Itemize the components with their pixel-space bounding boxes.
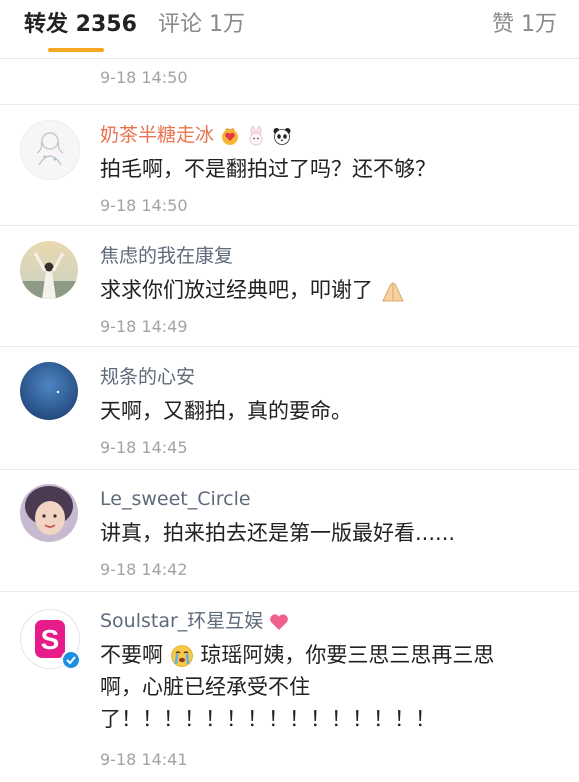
tab-forward[interactable]: 转发 2356: [24, 10, 137, 40]
list-item: 9-18 14:50: [0, 59, 579, 104]
verified-check-icon: [61, 650, 81, 670]
list-item[interactable]: 焦虑的我在康复 求求你们放过经典吧，叩谢了 9-18 14:49: [0, 225, 579, 346]
tab-comment[interactable]: 评论 1万: [158, 10, 245, 40]
heart-icon: [270, 613, 289, 630]
comment-time: 9-18 14:49: [100, 317, 188, 336]
tab-like[interactable]: 赞 1万: [492, 10, 557, 40]
avatar[interactable]: [20, 362, 78, 420]
comment-time: 9-18 14:50: [100, 68, 188, 87]
comment-text: 不要啊: [100, 643, 163, 667]
comment-text: 啊，心脏已经承受不住: [100, 675, 310, 699]
comment-text: 讲真，拍来拍去还是第一版最好看......: [100, 521, 456, 545]
username[interactable]: 奶茶半糖走冰: [100, 123, 292, 147]
avatar[interactable]: [20, 484, 78, 542]
avatar-photo-image: [20, 241, 78, 299]
comment-time: 9-18 14:42: [100, 560, 188, 579]
username[interactable]: Soulstar_环星互娱: [100, 609, 289, 633]
comment-time: 9-18 14:41: [100, 750, 188, 769]
crying-face-icon: [170, 645, 193, 667]
list-item[interactable]: S Soulstar_环星互娱 不要啊 琼瑶阿姨，你要三思三思再三思 啊，心脏已…: [0, 591, 579, 782]
comment-text: 琼瑶阿姨，你要三思三思再三思: [200, 643, 495, 667]
crown-heart-icon: [222, 127, 239, 145]
comment-text: 拍毛啊，不是翻拍过了吗？还不够？: [100, 157, 436, 181]
avatar-portrait-image: [20, 484, 78, 542]
comment-text: 求求你们放过经典吧，叩谢了: [100, 278, 373, 302]
avatar[interactable]: S: [20, 609, 81, 670]
comment-text-line: 不要啊 琼瑶阿姨，你要三思三思再三思: [100, 639, 560, 671]
list-item[interactable]: 规条的心安 天啊，又翻拍，真的要命。 9-18 14:45: [0, 346, 579, 469]
comment-text: 了！！！！！！！！！！！！！！！: [100, 707, 436, 731]
avatar-logo-letter: S: [41, 624, 60, 655]
panda-icon: [273, 127, 291, 145]
avatar[interactable]: [20, 120, 80, 180]
comment-text: 天啊，又翻拍，真的要命。: [100, 399, 352, 423]
list-item[interactable]: 奶茶半糖走冰 拍毛啊，不是翻拍过了吗？还不够？ 9-18 14:50: [0, 104, 579, 225]
username[interactable]: 规条的心安: [100, 365, 195, 389]
avatar[interactable]: [20, 241, 78, 299]
comment-time: 9-18 14:50: [100, 196, 188, 215]
praying-hands-icon: [381, 282, 404, 302]
comment-text-line: 求求你们放过经典吧，叩谢了: [100, 274, 560, 306]
rabbit-icon: [249, 125, 263, 145]
tab-bar: 转发 2356 评论 1万 赞 1万: [0, 0, 579, 59]
active-tab-indicator: [48, 48, 104, 52]
comment-list: 9-18 14:50 奶茶半糖走冰 拍毛啊，不是翻拍过了吗？还不够？ 9-18 …: [0, 59, 579, 782]
username[interactable]: 焦虑的我在康复: [100, 244, 233, 268]
username[interactable]: Le_sweet_Circle: [100, 487, 251, 511]
avatar-sketch-image: [36, 132, 64, 166]
comment-time: 9-18 14:45: [100, 438, 188, 457]
list-item[interactable]: Le_sweet_Circle 讲真，拍来拍去还是第一版最好看...... 9-…: [0, 469, 579, 591]
username-text: 奶茶半糖走冰: [100, 124, 215, 146]
avatar-sky-image: [20, 362, 78, 420]
username-text: Soulstar_环星互娱: [100, 610, 264, 632]
